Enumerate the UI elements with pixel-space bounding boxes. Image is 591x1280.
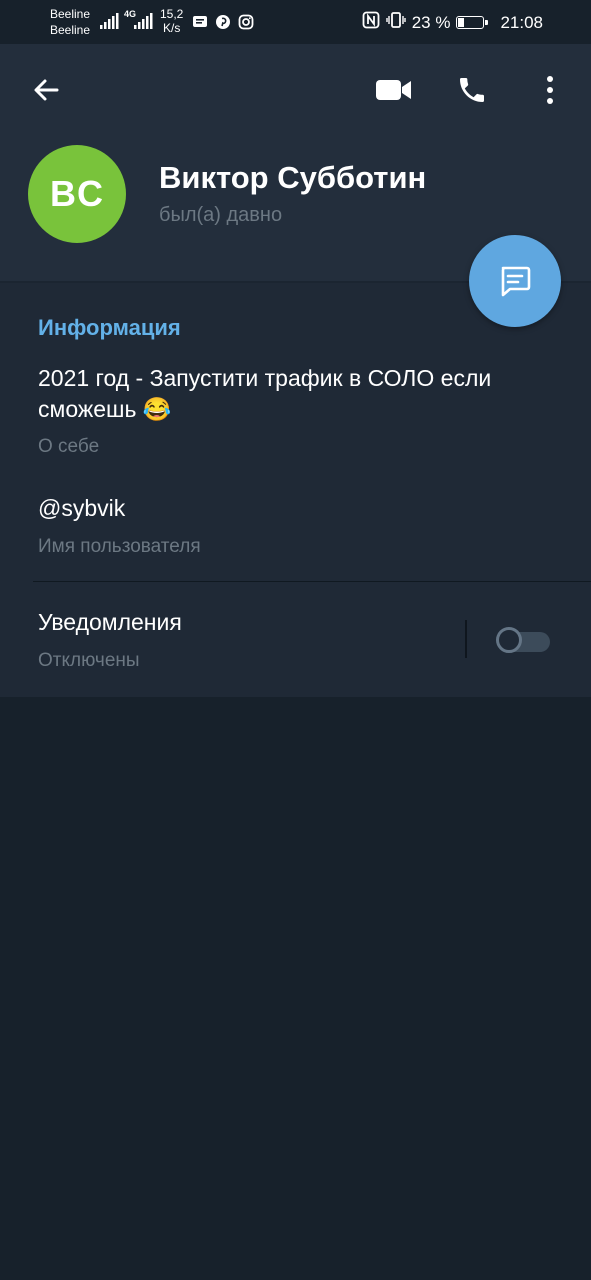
vertical-divider [465,620,467,658]
notifications-label: Уведомления [38,609,182,635]
signal-icon [100,12,120,30]
nfc-icon [362,11,380,34]
back-button[interactable] [24,68,68,112]
message-icon [501,266,531,297]
network-speed: 15,2 K/s [160,7,183,35]
avatar-initials: BC [50,173,104,214]
bio-text[interactable]: 2021 год - Запустити трафик в СОЛО если … [38,363,558,425]
video-camera-icon [376,80,411,100]
arrow-left-icon [34,79,59,101]
phone-icon [460,78,484,102]
username-value[interactable]: @sybvik [38,495,125,522]
speed-value: 15,2 [160,7,184,21]
carrier-1: Beeline [50,7,91,21]
profile-name: Виктор Субботин [159,160,427,195]
send-message-button[interactable] [469,235,561,327]
message-notification-icon [192,14,208,35]
section-title: Информация [38,315,181,340]
last-seen-status: был(а) давно [159,204,283,226]
info-section: Информация 2021 год - Запустити трафик в… [0,283,591,697]
app-bar [0,44,591,136]
carrier-names: Beeline Beeline [50,6,90,38]
instagram-icon [238,14,254,35]
toggle-knob [496,627,522,653]
notifications-toggle[interactable] [496,627,552,653]
battery-percent: 23 % [411,12,451,32]
carrier-2: Beeline [50,23,91,37]
bio-label: О себе [38,436,100,457]
notifications-row[interactable]: Уведомления Отключены [0,582,591,697]
username-label: Имя пользователя [38,536,201,557]
clock: 21:08 [500,12,543,32]
video-call-button[interactable] [372,68,416,112]
vibrate-icon [386,11,406,34]
battery-icon [456,16,489,29]
more-vertical-icon [547,76,553,104]
status-right: 23 % 21:08 [362,11,543,34]
more-options-button[interactable] [528,68,572,112]
speed-unit: K/s [163,21,181,35]
pinterest-icon [215,14,231,35]
avatar[interactable]: BC [28,145,126,243]
status-bar: Beeline Beeline 4G 15,2 K/s 23 % 21:08 [0,0,591,44]
voice-call-button[interactable] [450,68,494,112]
notifications-state: Отключены [38,650,140,671]
signal-icon [132,12,154,30]
notification-icons [192,14,254,35]
